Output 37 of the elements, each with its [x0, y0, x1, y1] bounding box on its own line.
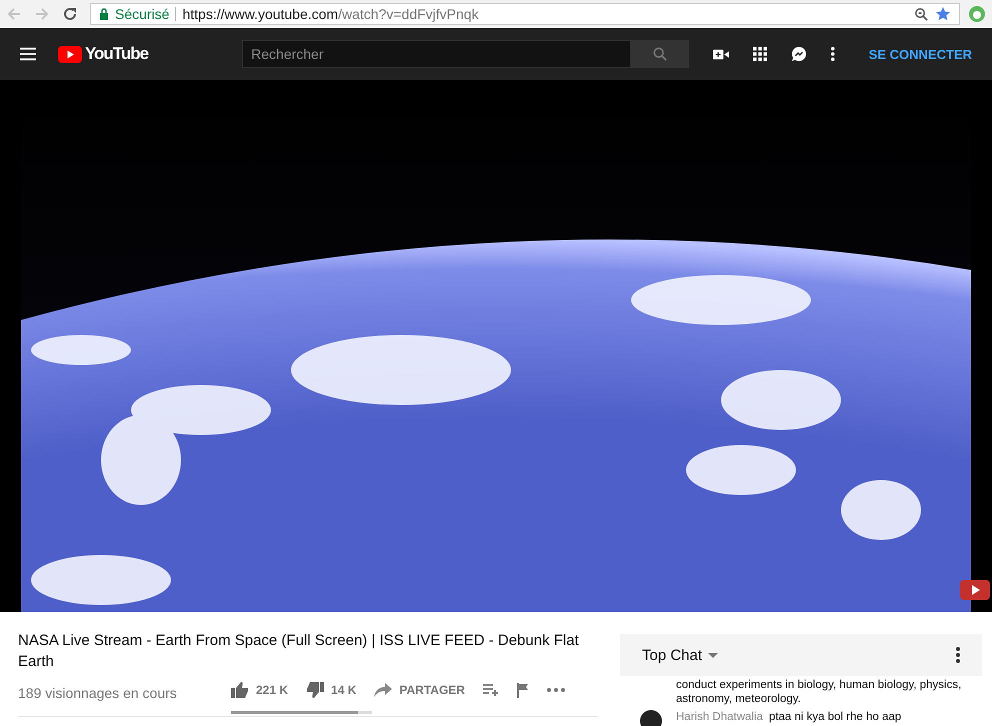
search-button[interactable]: [631, 40, 690, 68]
subscribe-icon[interactable]: [960, 580, 990, 600]
share-arrow-icon: [374, 683, 392, 697]
zoom-icon[interactable]: [914, 6, 929, 22]
youtube-logo[interactable]: YouTube: [58, 44, 148, 64]
star-icon[interactable]: [935, 6, 951, 22]
search-field[interactable]: Rechercher: [242, 40, 632, 68]
view-count: 189 visionnages en cours: [18, 685, 178, 701]
apps-grid-icon[interactable]: [753, 46, 768, 62]
url-text: https://www.youtube.com/watch?v=ddFvjfvPnqk: [182, 6, 479, 22]
flag-icon[interactable]: [516, 682, 529, 698]
chat-message: ptaa ni kya bol rhe ho aap: [768, 711, 902, 723]
video-title: NASA Live Stream - Earth From Space (Full Screen) | ISS LIVE FEED - Debunk Flat Earth: [18, 631, 580, 672]
chat-message: conduct experiments in biology, human biology, physics, astronomy, meteorology.: [676, 679, 962, 705]
sign-in-link[interactable]: SE CONNECTER: [868, 46, 972, 62]
caret-icon: [708, 652, 718, 658]
more-horizontal-icon[interactable]: [546, 688, 565, 692]
chat-bubble-icon[interactable]: [791, 45, 808, 63]
more-vertical-icon[interactable]: [831, 46, 835, 62]
avatar: [640, 710, 662, 726]
lock-icon: [99, 8, 109, 20]
menu-icon[interactable]: [20, 47, 36, 61]
play-logo-icon: [58, 46, 82, 62]
address-bar[interactable]: Sécurisé https://www.youtube.com/watch?v=ddFvjfvPnqk: [90, 3, 960, 25]
chat-author[interactable]: Harish Dhatwalia: [676, 711, 763, 723]
share-button[interactable]: PARTAGER: [374, 683, 465, 697]
video-camera-icon[interactable]: [713, 48, 730, 60]
reload-icon[interactable]: [62, 6, 78, 22]
dislike-button[interactable]: 14 K: [306, 682, 356, 698]
more-vertical-icon[interactable]: [956, 647, 960, 663]
thumbs-down-icon: [306, 682, 324, 698]
like-button[interactable]: 221 K: [231, 682, 288, 698]
search-icon: [653, 47, 668, 61]
thumbs-up-icon: [231, 682, 249, 698]
top-chat-dropdown[interactable]: Top Chat: [642, 646, 718, 664]
secure-label: Sécurisé: [115, 6, 170, 22]
add-to-playlist-icon[interactable]: [482, 684, 499, 696]
